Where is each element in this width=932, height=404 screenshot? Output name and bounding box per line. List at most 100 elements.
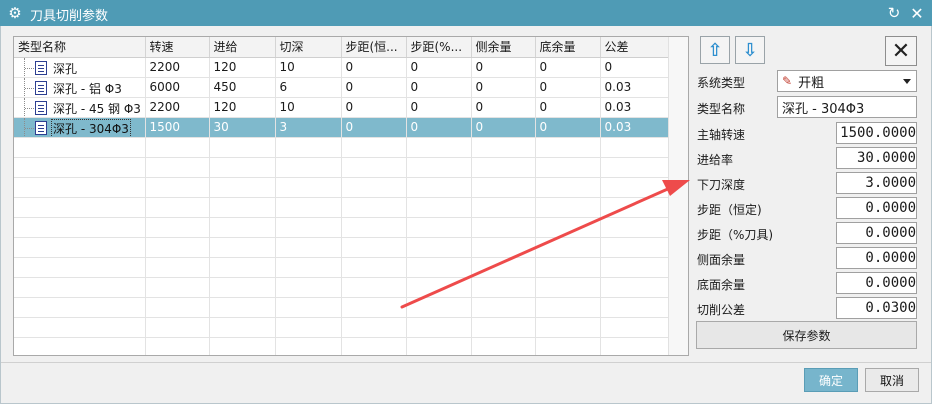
- document-icon: [35, 100, 47, 115]
- step-percent-value: 0.0000: [865, 225, 916, 241]
- side-stock-field[interactable]: 0.0000: [836, 247, 917, 269]
- side-stock-value: 0.0000: [865, 250, 916, 266]
- table-cell: 0.03: [600, 77, 669, 98]
- table-cell: 30: [209, 117, 276, 138]
- table-cell: 450: [209, 77, 276, 98]
- document-icon: [35, 80, 47, 95]
- system-type-value: 开粗: [798, 75, 825, 91]
- reset-icon[interactable]: ↻: [885, 3, 903, 23]
- table-cell: 0: [600, 57, 669, 78]
- type-name-cell: 深孔 - 45 钢 Φ3: [14, 97, 146, 118]
- table-cell: 0: [406, 97, 472, 118]
- move-up-button[interactable]: ⇧: [700, 36, 730, 64]
- table-row-empty: [14, 317, 669, 338]
- floor-stock-field[interactable]: 0.0000: [836, 272, 917, 294]
- table-cell: 6: [275, 77, 342, 98]
- step-percent-label: 步距（%刀具): [697, 228, 774, 242]
- document-icon: [35, 120, 47, 135]
- feed-rate-label: 进给率: [697, 153, 734, 167]
- column-header-speed[interactable]: 转速: [145, 37, 210, 58]
- floor-stock-value: 0.0000: [865, 275, 916, 291]
- move-down-button[interactable]: ⇩: [735, 36, 765, 64]
- table-row-empty: [14, 257, 669, 278]
- arrow-down-icon: ⇩: [742, 39, 758, 61]
- column-header-type-name[interactable]: 类型名称: [14, 37, 146, 58]
- cancel-button[interactable]: 取消: [865, 368, 919, 392]
- parameter-grid: 类型名称 转速 进给 切深 步距(恒... 步距(%... 侧余量 底余量 公差…: [14, 37, 669, 355]
- spindle-speed-field[interactable]: 1500.0000: [836, 122, 917, 144]
- column-header-step-pct[interactable]: 步距(%...: [406, 37, 472, 58]
- step-constant-field[interactable]: 0.0000: [836, 197, 917, 219]
- system-type-dropdown[interactable]: ✎ 开粗: [777, 70, 917, 92]
- table-cell: 120: [209, 57, 276, 78]
- close-icon[interactable]: ✕: [907, 3, 927, 23]
- table-cell: 1500: [145, 117, 210, 138]
- feed-rate-value: 30.0000: [856, 150, 916, 166]
- chevron-down-icon: [903, 79, 911, 84]
- table-row-empty: [14, 217, 669, 238]
- cut-depth-label: 下刀深度: [697, 178, 746, 192]
- table-row-empty: [14, 157, 669, 178]
- feed-rate-field[interactable]: 30.0000: [836, 147, 917, 169]
- column-header-floor-stock[interactable]: 底余量: [535, 37, 601, 58]
- table-cell: 0: [406, 117, 472, 138]
- table-cell: 10: [275, 97, 342, 118]
- step-percent-field[interactable]: 0.0000: [836, 222, 917, 244]
- table-cell: 0: [471, 97, 536, 118]
- window-title: 刀具切削参数: [30, 9, 109, 24]
- table-cell: 10: [275, 57, 342, 78]
- cut-depth-field[interactable]: 3.0000: [836, 172, 917, 194]
- delete-x-icon: ✕: [891, 38, 911, 64]
- table-cell: 3: [275, 117, 342, 138]
- table-cell: 0: [471, 57, 536, 78]
- dialog-body: 类型名称 转速 进给 切深 步距(恒... 步距(%... 侧余量 底余量 公差…: [0, 26, 932, 404]
- ok-button[interactable]: 确定: [804, 368, 858, 392]
- column-header-step-const[interactable]: 步距(恒...: [341, 37, 407, 58]
- system-type-label: 系统类型: [697, 76, 746, 90]
- type-name-label: 类型名称: [697, 102, 746, 116]
- table-row[interactable]: 深孔 - 铝 Φ3 6000 450 6 0 0 0 0 0.03: [14, 77, 669, 98]
- footer-divider: [1, 362, 931, 363]
- table-cell: 0.03: [600, 117, 669, 138]
- table-row[interactable]: 深孔 - 45 钢 Φ3 2200 120 10 0 0 0 0 0.03: [14, 97, 669, 118]
- table-row-empty: [14, 197, 669, 218]
- column-header-tolerance[interactable]: 公差: [600, 37, 669, 58]
- cut-tolerance-field[interactable]: 0.0300: [836, 297, 917, 319]
- table-scrollbar[interactable]: [668, 37, 688, 355]
- table-cell: 0: [341, 77, 407, 98]
- table-cell: 6000: [145, 77, 210, 98]
- arrow-up-icon: ⇧: [707, 39, 723, 61]
- table-cell: 2200: [145, 57, 210, 78]
- table-cell: 0.03: [600, 97, 669, 118]
- type-name-cell: 深孔: [14, 57, 146, 78]
- save-parameters-button[interactable]: 保存参数: [696, 321, 917, 349]
- table-row-empty: [14, 297, 669, 318]
- column-header-side-stock[interactable]: 侧余量: [471, 37, 536, 58]
- table-row-empty: [14, 337, 669, 355]
- spindle-speed-value: 1500.0000: [840, 125, 916, 141]
- table-row-empty: [14, 277, 669, 298]
- column-header-feed[interactable]: 进给: [209, 37, 276, 58]
- table-header-row: 类型名称 转速 进给 切深 步距(恒... 步距(%... 侧余量 底余量 公差: [14, 37, 669, 58]
- step-constant-value: 0.0000: [865, 200, 916, 216]
- cut-tolerance-label: 切削公差: [697, 303, 746, 317]
- type-name-field[interactable]: 深孔 - 304Φ3: [777, 96, 917, 118]
- table-row-selected[interactable]: 深孔 - 304Φ3 1500 30 3 0 0 0 0 0.03: [14, 117, 669, 138]
- spindle-speed-label: 主轴转速: [697, 128, 746, 142]
- table-cell: 0: [406, 77, 472, 98]
- table-cell: 120: [209, 97, 276, 118]
- side-stock-label: 侧面余量: [697, 253, 746, 267]
- table-cell: 0: [535, 117, 601, 138]
- table-cell: 0: [471, 77, 536, 98]
- table-cell: 0: [406, 57, 472, 78]
- table-row[interactable]: 深孔 2200 120 10 0 0 0 0 0: [14, 57, 669, 78]
- column-header-depth[interactable]: 切深: [275, 37, 342, 58]
- table-cell: 0: [535, 57, 601, 78]
- table-cell: 0: [341, 117, 407, 138]
- delete-button[interactable]: ✕: [885, 36, 917, 66]
- pencil-icon: ✎: [782, 74, 793, 88]
- table-cell: 0: [535, 77, 601, 98]
- cut-tolerance-value: 0.0300: [865, 300, 916, 316]
- parameter-table: 类型名称 转速 进给 切深 步距(恒... 步距(%... 侧余量 底余量 公差…: [13, 36, 689, 356]
- table-cell: 0: [341, 97, 407, 118]
